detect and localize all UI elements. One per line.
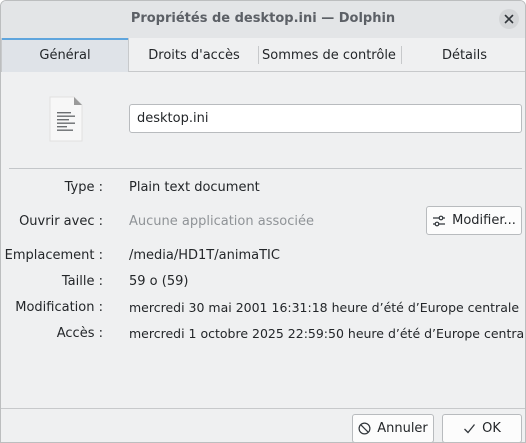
checkmark-icon <box>464 424 476 434</box>
close-icon <box>504 14 514 24</box>
size-label: Taille : <box>61 274 103 289</box>
open-with-value: Aucune application associée <box>129 214 314 229</box>
window-title: Propriétés de desktop.ini — Dolphin <box>130 11 396 26</box>
tab-checksums[interactable]: Sommes de contrôle <box>259 38 399 72</box>
ok-button[interactable]: OK <box>442 414 522 442</box>
accessed-value: mercredi 1 octobre 2025 22:59:50 heure d… <box>129 326 526 341</box>
cancel-button[interactable]: Annuler <box>352 414 434 442</box>
file-name-input[interactable] <box>129 104 522 133</box>
modified-label: Modification : <box>15 300 103 315</box>
modify-button[interactable]: Modifier... <box>426 206 522 235</box>
general-panel: Type : Plain text document Ouvrir avec :… <box>1 72 525 408</box>
modified-value: mercredi 30 mai 2001 16:31:18 heure d’ét… <box>129 300 520 315</box>
close-button[interactable] <box>499 9 519 29</box>
dialog-button-box: Annuler OK <box>1 408 525 442</box>
separator <box>9 168 522 169</box>
tab-general[interactable]: Général <box>1 38 129 72</box>
tab-bar: Général Droits d'accès Sommes de contrôl… <box>1 38 525 72</box>
tab-label: Droits d'accès <box>148 47 240 63</box>
type-label: Type : <box>64 180 103 195</box>
tab-label: Détails <box>441 47 488 63</box>
type-value: Plain text document <box>129 180 260 195</box>
tab-access-rights[interactable]: Droits d'accès <box>130 38 258 72</box>
text-document-icon <box>49 96 83 142</box>
properties-dialog: Propriétés de desktop.ini — Dolphin Géné… <box>0 0 526 443</box>
ok-button-label: OK <box>482 421 501 436</box>
accessed-label: Accès : <box>56 326 103 341</box>
configure-icon <box>433 215 446 226</box>
cancel-icon <box>358 422 371 435</box>
tab-details[interactable]: Détails <box>402 38 525 72</box>
modify-button-label: Modifier... <box>452 213 516 228</box>
location-label: Emplacement : <box>4 248 103 263</box>
cancel-button-label: Annuler <box>377 421 428 436</box>
size-value: 59 o (59) <box>129 274 189 289</box>
title-bar[interactable]: Propriétés de desktop.ini — Dolphin <box>1 1 525 38</box>
tab-label: Général <box>39 48 91 63</box>
location-value: /media/HD1T/animaTIC <box>129 248 280 263</box>
tab-label: Sommes de contrôle <box>262 47 396 63</box>
open-with-label: Ouvrir avec : <box>19 214 103 229</box>
